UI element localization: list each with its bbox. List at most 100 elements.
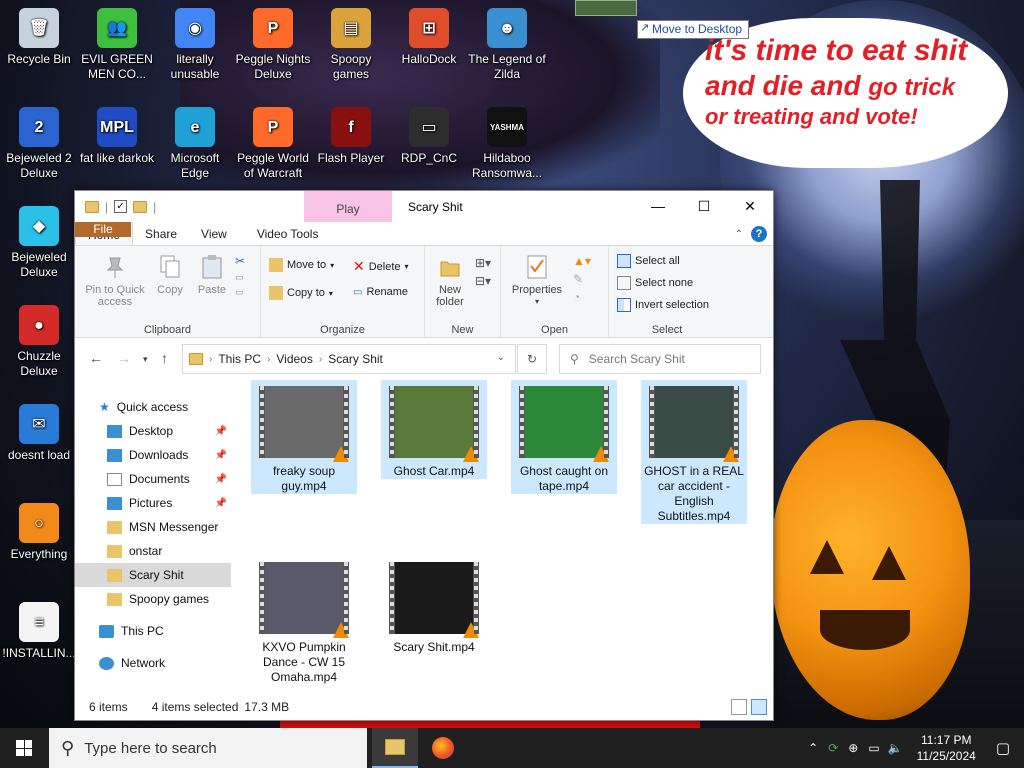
delete-button[interactable]: ✕ Delete ▾	[353, 258, 409, 275]
tab-file[interactable]: File	[75, 222, 131, 237]
nav-this-pc[interactable]: This PC	[99, 619, 255, 643]
desktop-icon[interactable]: ▭ RDP_CnC	[390, 107, 468, 166]
new-folder-button[interactable]: New folder	[427, 254, 473, 308]
address-dropdown-icon[interactable]: ⌄	[497, 352, 505, 363]
pin-icon[interactable]: 📌	[215, 498, 227, 509]
file-item[interactable]: freaky soup guy.mp4	[251, 380, 357, 494]
desktop-icon[interactable]: ≡ !INSTALLIN...	[0, 602, 78, 661]
file-item[interactable]: KXVO Pumpkin Dance - CW 15 Omaha.mp4	[251, 556, 357, 685]
copy-path-icon[interactable]: ▭	[235, 272, 245, 283]
notifications-icon[interactable]: ▢	[996, 739, 1010, 757]
nav-item[interactable]: Spoopy games	[75, 587, 231, 611]
nav-item[interactable]: onstar	[75, 539, 231, 563]
large-icons-view-button[interactable]	[751, 699, 767, 715]
move-to-button[interactable]: Move to ▾	[269, 258, 334, 272]
tab-video-tools[interactable]: Video Tools	[245, 222, 331, 245]
copy-button[interactable]: Copy	[151, 254, 189, 296]
pin-icon[interactable]: 📌	[215, 450, 227, 461]
recent-locations-button[interactable]: ▾	[143, 354, 148, 365]
file-explorer-window[interactable]: | ✓ | Play Scary Shit — ☐ ✕ File Home Sh…	[74, 190, 774, 721]
maximize-button[interactable]: ☐	[681, 191, 727, 222]
show-hidden-icons[interactable]: ⌃	[808, 741, 818, 755]
forward-button[interactable]: →	[117, 350, 131, 366]
desktop-icon[interactable]: ☻ The Legend of Zilda	[468, 8, 546, 82]
nav-item[interactable]: Desktop 📌	[75, 419, 231, 443]
desktop-icon[interactable]: 2 Bejeweled 2 Deluxe	[0, 107, 78, 181]
minimize-button[interactable]: —	[635, 191, 681, 222]
desktop-icon[interactable]: f Flash Player	[312, 107, 390, 166]
copy-to-button[interactable]: Copy to ▾	[269, 286, 333, 300]
easy-access-icon[interactable]: ⊟▾	[475, 274, 491, 288]
close-button[interactable]: ✕	[727, 191, 773, 222]
taskbar-search-box[interactable]: ⚲ Type here to search	[49, 728, 367, 768]
paste-button[interactable]: Paste	[193, 254, 231, 296]
display-icon[interactable]: ▭	[868, 741, 879, 755]
cut-icon[interactable]: ✂	[235, 254, 245, 268]
search-input[interactable]: ⚲ Search Scary Shit	[559, 344, 761, 374]
pin-icon[interactable]: 📌	[215, 426, 227, 437]
desktop-icon[interactable]: ◉ literally unusable	[156, 8, 234, 82]
clock[interactable]: 11:17 PM 11/25/2024	[917, 732, 976, 764]
file-item[interactable]: Scary Shit.mp4	[381, 556, 487, 655]
tab-view[interactable]: View	[189, 222, 239, 245]
up-button[interactable]: ↑	[161, 350, 168, 366]
address-bar[interactable]: › This PC › Videos › Scary Shit ⌄	[182, 344, 516, 374]
edit-icon[interactable]: ✎	[573, 272, 591, 286]
volume-icon[interactable]: 🔈	[888, 741, 903, 755]
properties-qa-icon[interactable]: ✓	[114, 200, 128, 213]
breadcrumb-videos[interactable]: Videos	[276, 352, 312, 366]
desktop-icon[interactable]: 🗑 Recycle Bin	[0, 8, 78, 67]
nav-item[interactable]: MSN Messenger	[75, 515, 231, 539]
desktop-icon[interactable]: ◆ Bejeweled Deluxe	[0, 206, 78, 280]
new-folder-qa-icon[interactable]	[133, 200, 148, 213]
nav-item[interactable]: Downloads 📌	[75, 443, 231, 467]
desktop-icon[interactable]: ● Chuzzle Deluxe	[0, 305, 78, 379]
help-icon[interactable]: ?	[751, 226, 767, 242]
desktop-icon[interactable]: P Peggle Nights Deluxe	[234, 8, 312, 82]
desktop-icon[interactable]: ○ Everything	[0, 503, 78, 562]
history-icon[interactable]: ◔	[573, 290, 591, 304]
desktop-icon[interactable]: e Microsoft Edge	[156, 107, 234, 181]
taskbar-firefox[interactable]	[420, 728, 466, 768]
details-view-button[interactable]	[731, 699, 747, 715]
breadcrumb-this-pc[interactable]: This PC	[218, 352, 261, 366]
pin-icon[interactable]: 📌	[215, 474, 227, 485]
desktop-icon[interactable]: ✉ doesnt load	[0, 404, 78, 463]
app-icon: ☻	[487, 8, 527, 48]
desktop-icon[interactable]: 👥 EVIL GREEN MEN CO...	[78, 8, 156, 82]
refresh-button[interactable]: ↻	[517, 344, 547, 374]
file-item[interactable]: Ghost caught on tape.mp4	[511, 380, 617, 494]
desktop-icon[interactable]: P Peggle World of Warcraft	[234, 107, 312, 181]
network-tray-icon[interactable]: ⊕	[848, 741, 858, 755]
file-item[interactable]: GHOST in a REAL car accident - English S…	[641, 380, 747, 524]
file-item[interactable]: Ghost Car.mp4	[381, 380, 487, 479]
title-bar[interactable]: | ✓ | Play Scary Shit — ☐ ✕	[75, 191, 773, 222]
desktop-icon[interactable]: ⊞ HalloDock	[390, 8, 468, 67]
open-vlc-icon[interactable]: ▲▾	[573, 254, 591, 268]
folder-icon	[85, 200, 99, 213]
paste-shortcut-icon[interactable]: ▭	[235, 287, 245, 298]
nav-quick-access[interactable]: ★ Quick access	[99, 395, 255, 419]
nav-network[interactable]: Network	[99, 651, 255, 675]
pin-to-quick-access-button[interactable]: Pin to Quick access	[81, 254, 149, 308]
back-button[interactable]: ←	[89, 350, 103, 366]
sync-icon[interactable]: ⟳	[828, 741, 838, 755]
invert-selection-button[interactable]: Invert selection	[617, 298, 709, 312]
play-context-tab[interactable]: Play	[304, 191, 392, 222]
desktop-icon[interactable]: MPL fat like darkok	[78, 107, 156, 166]
rename-button[interactable]: ▭ Rename	[353, 286, 408, 298]
start-button[interactable]	[0, 728, 48, 768]
select-none-button[interactable]: Select none	[617, 276, 693, 290]
nav-item[interactable]: Scary Shit	[75, 563, 231, 587]
tab-share[interactable]: Share	[133, 222, 189, 245]
new-item-icon[interactable]: ⊞▾	[475, 256, 491, 270]
properties-button[interactable]: Properties ▾	[509, 254, 565, 308]
nav-item[interactable]: Pictures 📌	[75, 491, 231, 515]
chevron-up-icon[interactable]: ⌃	[735, 229, 743, 240]
desktop-icon[interactable]: ▤ Spoopy games	[312, 8, 390, 82]
select-all-button[interactable]: Select all	[617, 254, 680, 268]
nav-item[interactable]: Documents 📌	[75, 467, 231, 491]
breadcrumb-scary-shit[interactable]: Scary Shit	[328, 352, 383, 366]
taskbar-file-explorer[interactable]	[372, 728, 418, 768]
desktop-icon[interactable]: YASHMA Hildaboo Ransomwa...	[468, 107, 546, 181]
